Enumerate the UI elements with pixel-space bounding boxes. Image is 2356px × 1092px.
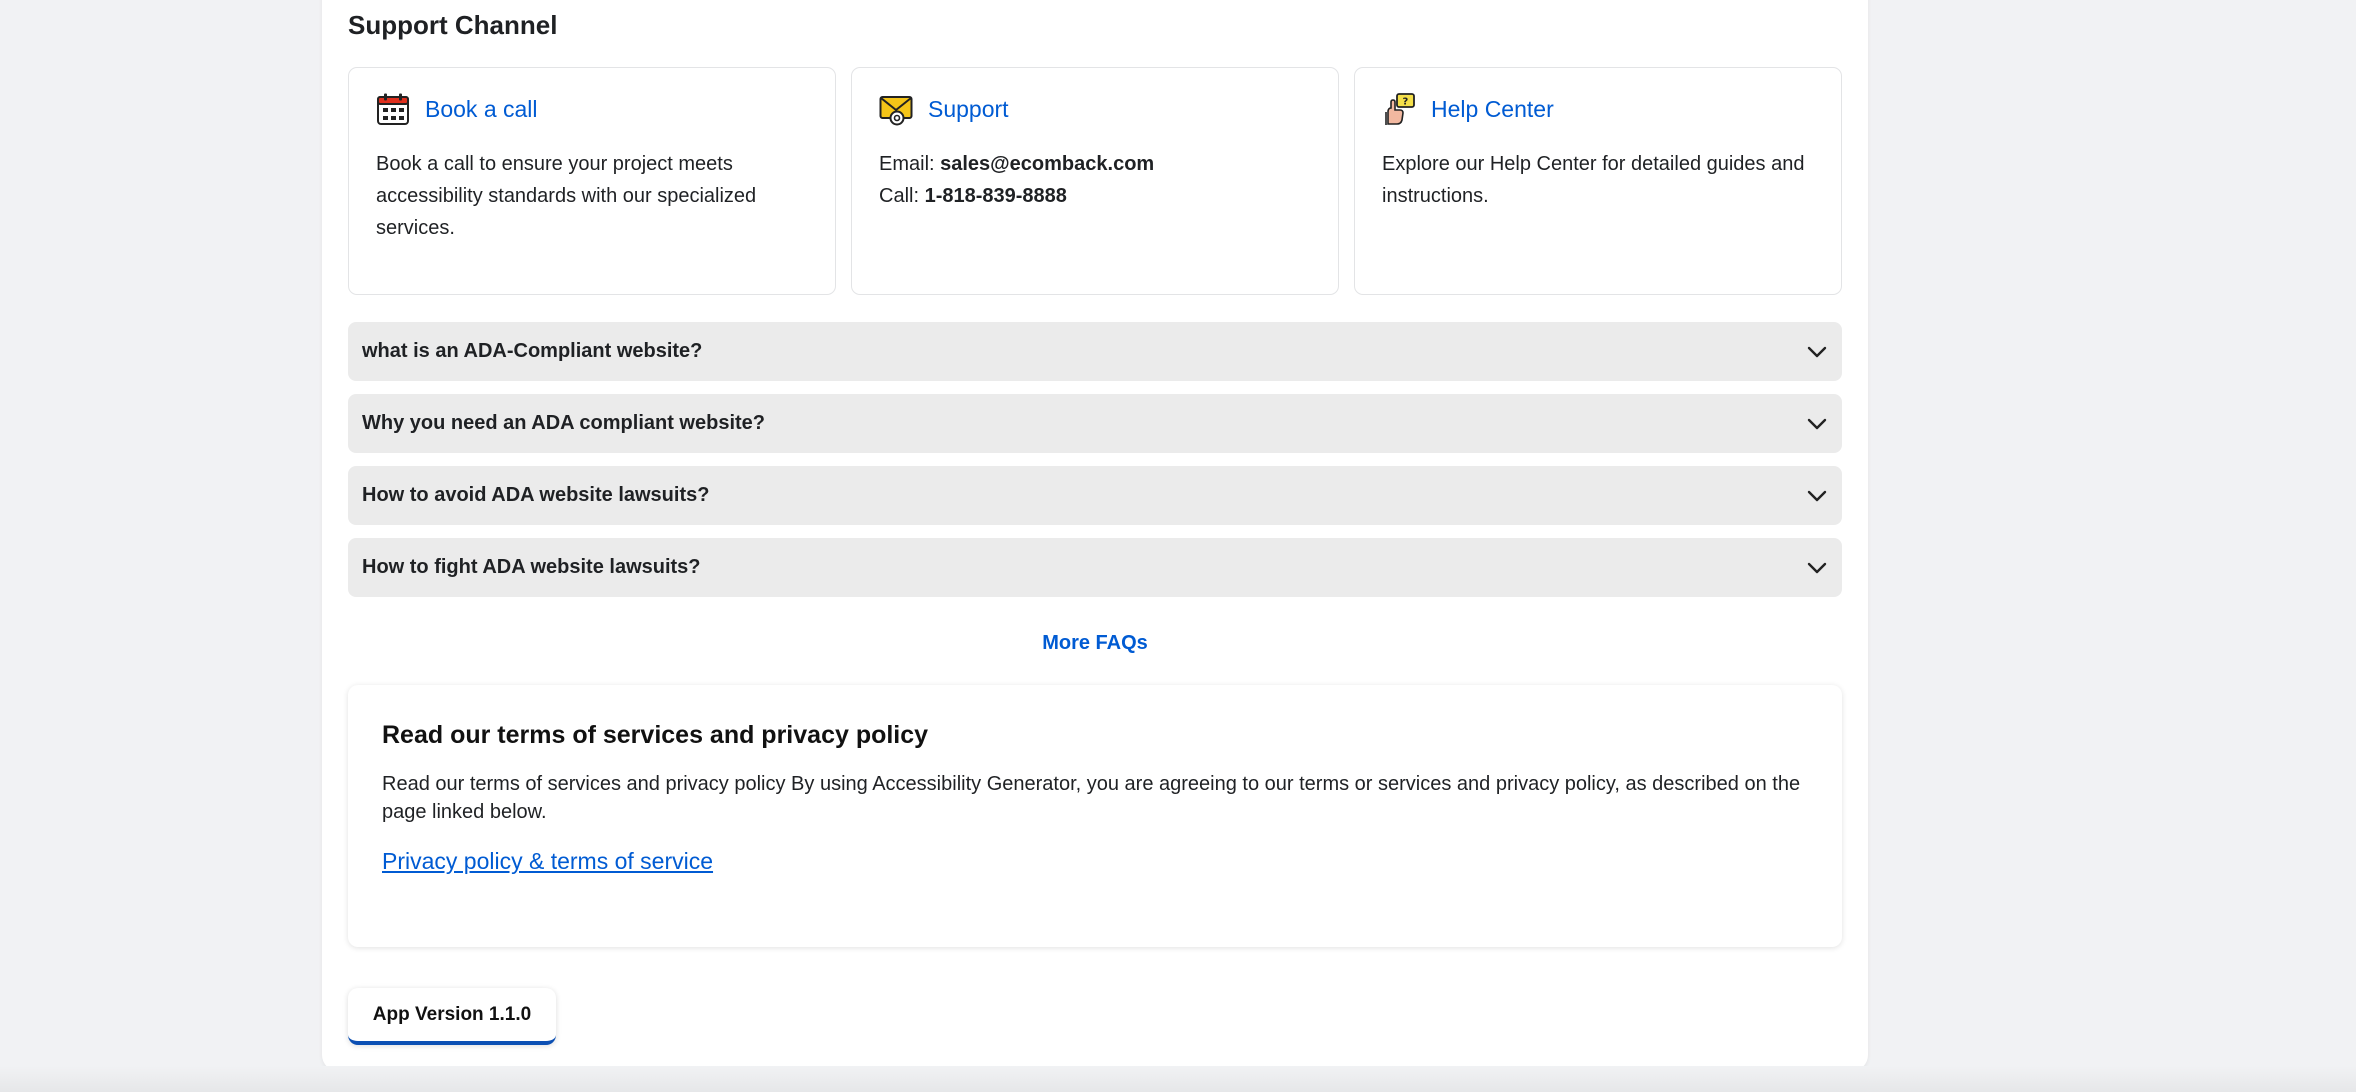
calendar-icon — [376, 92, 410, 126]
faq-question: How to fight ADA website lawsuits? — [362, 556, 701, 578]
terms-title: Read our terms of services and privacy p… — [382, 721, 929, 749]
book-call-link[interactable]: Book a call — [425, 96, 538, 123]
support-cards: Book a call Book a call to ensure your p… — [348, 67, 1842, 295]
app-version-badge: App Version 1.1.0 — [348, 988, 556, 1045]
chevron-down-icon — [1806, 413, 1828, 435]
mail-icon — [879, 92, 913, 126]
book-call-card-header: Book a call — [376, 92, 808, 126]
support-link[interactable]: Support — [928, 96, 1009, 123]
chevron-down-icon — [1806, 341, 1828, 363]
main-page: Support Channel Book a call Book a call … — [322, 0, 1868, 1071]
support-channel-title: Support Channel — [348, 10, 558, 40]
help-center-card-header: ? Help Center — [1382, 92, 1814, 126]
terms-card: Read our terms of services and privacy p… — [348, 685, 1842, 947]
support-phone-line: Call: 1-818-839-8888 — [879, 180, 1311, 212]
chevron-down-icon — [1806, 557, 1828, 579]
more-faqs-container: More FAQs — [322, 632, 1868, 655]
faq-question: what is an ADA-Compliant website? — [362, 340, 703, 362]
email-label: Email: — [879, 153, 941, 175]
more-faqs-link[interactable]: More FAQs — [1042, 632, 1148, 654]
faq-question: How to avoid ADA website lawsuits? — [362, 484, 710, 506]
terms-body: Read our terms of services and privacy p… — [382, 773, 1801, 823]
support-contact: Email: sales@ecomback.com Call: 1-818-83… — [879, 148, 1311, 212]
book-call-card: Book a call Book a call to ensure your p… — [348, 67, 836, 295]
privacy-policy-link[interactable]: Privacy policy & terms of service — [382, 848, 713, 874]
faq-item[interactable]: Why you need an ADA compliant website? — [348, 394, 1842, 453]
faq-item[interactable]: How to avoid ADA website lawsuits? — [348, 466, 1842, 525]
support-phone[interactable]: 1-818-839-8888 — [925, 185, 1067, 207]
help-center-card: ? Help Center Explore our Help Center fo… — [1354, 67, 1842, 295]
svg-text:?: ? — [1403, 97, 1409, 108]
support-card-header: Support — [879, 92, 1311, 126]
call-label: Call: — [879, 185, 925, 207]
support-card: Support Email: sales@ecomback.com Call: … — [851, 67, 1339, 295]
help-hand-icon: ? — [1382, 92, 1416, 126]
faq-question: Why you need an ADA compliant website? — [362, 412, 766, 434]
support-email[interactable]: sales@ecomback.com — [940, 153, 1154, 175]
support-email-line: Email: sales@ecomback.com — [879, 148, 1311, 180]
help-center-description: Explore our Help Center for detailed gui… — [1382, 153, 1805, 207]
chevron-down-icon — [1806, 485, 1828, 507]
faq-item[interactable]: How to fight ADA website lawsuits? — [348, 538, 1842, 597]
book-call-description: Book a call to ensure your project meets… — [376, 153, 757, 239]
help-center-link[interactable]: Help Center — [1431, 96, 1554, 123]
faq-item[interactable]: what is an ADA-Compliant website? — [348, 322, 1842, 381]
bottom-scroll-shade — [0, 1066, 2356, 1092]
